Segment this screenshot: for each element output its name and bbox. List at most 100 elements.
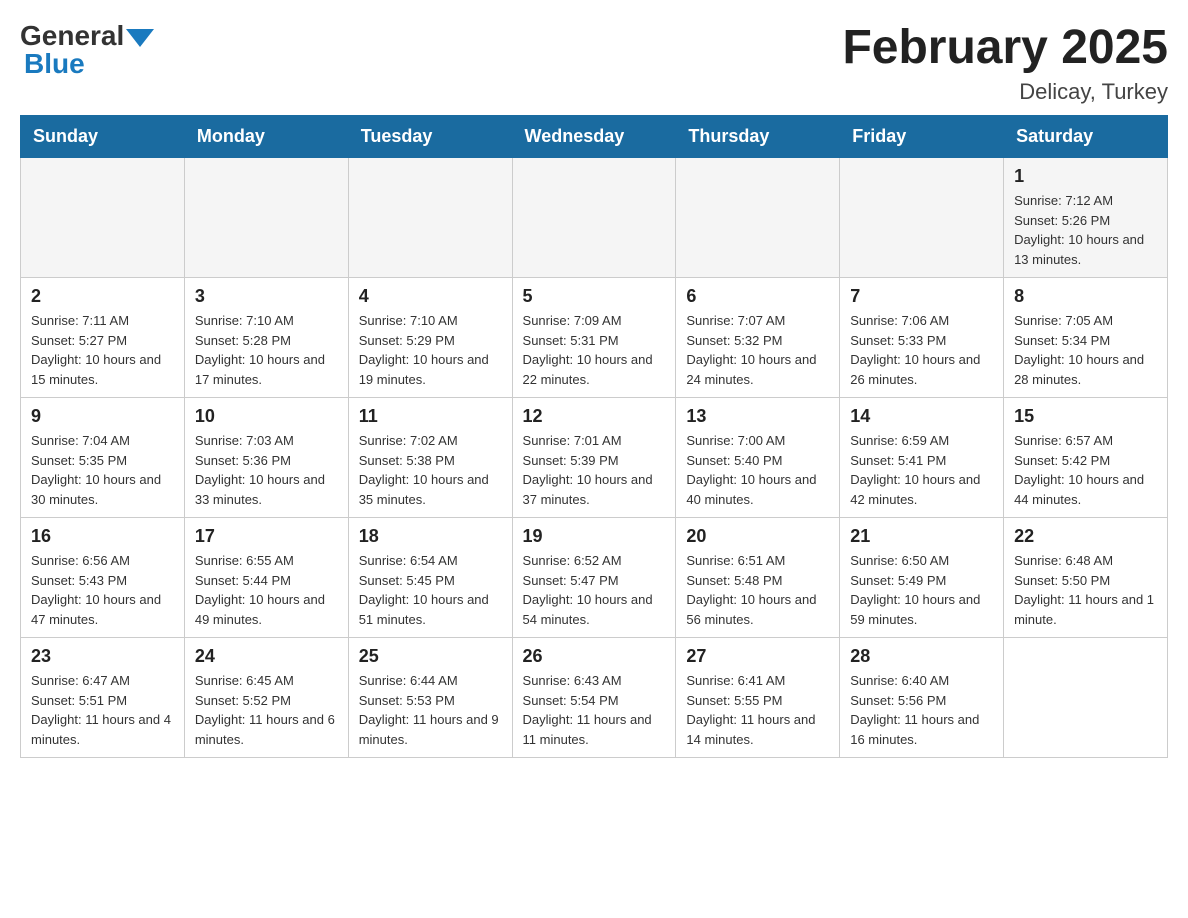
calendar-day-cell: 9 Sunrise: 7:04 AM Sunset: 5:35 PM Daylig… bbox=[21, 398, 185, 518]
day-number: 9 bbox=[31, 406, 174, 427]
calendar-day-cell bbox=[1004, 638, 1168, 758]
day-info: Sunrise: 6:48 AM Sunset: 5:50 PM Dayligh… bbox=[1014, 551, 1157, 629]
calendar-day-cell: 4 Sunrise: 7:10 AM Sunset: 5:29 PM Daylig… bbox=[348, 278, 512, 398]
day-number: 13 bbox=[686, 406, 829, 427]
day-of-week-header: Thursday bbox=[676, 116, 840, 158]
day-of-week-header: Sunday bbox=[21, 116, 185, 158]
calendar-day-cell bbox=[512, 158, 676, 278]
day-of-week-header: Tuesday bbox=[348, 116, 512, 158]
calendar-day-cell bbox=[676, 158, 840, 278]
day-number: 5 bbox=[523, 286, 666, 307]
calendar-day-cell: 24 Sunrise: 6:45 AM Sunset: 5:52 PM Dayli… bbox=[184, 638, 348, 758]
day-info: Sunrise: 6:54 AM Sunset: 5:45 PM Dayligh… bbox=[359, 551, 502, 629]
calendar-day-cell: 25 Sunrise: 6:44 AM Sunset: 5:53 PM Dayli… bbox=[348, 638, 512, 758]
day-info: Sunrise: 6:44 AM Sunset: 5:53 PM Dayligh… bbox=[359, 671, 502, 749]
calendar-day-cell: 8 Sunrise: 7:05 AM Sunset: 5:34 PM Daylig… bbox=[1004, 278, 1168, 398]
day-info: Sunrise: 7:10 AM Sunset: 5:28 PM Dayligh… bbox=[195, 311, 338, 389]
day-number: 4 bbox=[359, 286, 502, 307]
calendar-day-cell: 5 Sunrise: 7:09 AM Sunset: 5:31 PM Daylig… bbox=[512, 278, 676, 398]
day-number: 14 bbox=[850, 406, 993, 427]
calendar-day-cell: 15 Sunrise: 6:57 AM Sunset: 5:42 PM Dayli… bbox=[1004, 398, 1168, 518]
calendar-day-cell: 18 Sunrise: 6:54 AM Sunset: 5:45 PM Dayli… bbox=[348, 518, 512, 638]
day-info: Sunrise: 7:10 AM Sunset: 5:29 PM Dayligh… bbox=[359, 311, 502, 389]
day-number: 15 bbox=[1014, 406, 1157, 427]
day-info: Sunrise: 7:12 AM Sunset: 5:26 PM Dayligh… bbox=[1014, 191, 1157, 269]
day-number: 27 bbox=[686, 646, 829, 667]
logo-icon bbox=[124, 25, 154, 47]
calendar-day-cell: 3 Sunrise: 7:10 AM Sunset: 5:28 PM Daylig… bbox=[184, 278, 348, 398]
day-number: 2 bbox=[31, 286, 174, 307]
calendar-day-cell bbox=[840, 158, 1004, 278]
day-info: Sunrise: 6:50 AM Sunset: 5:49 PM Dayligh… bbox=[850, 551, 993, 629]
day-info: Sunrise: 6:41 AM Sunset: 5:55 PM Dayligh… bbox=[686, 671, 829, 749]
day-number: 24 bbox=[195, 646, 338, 667]
calendar-day-cell: 7Sunrise: 7:06 AM Sunset: 5:33 PM Daylig… bbox=[840, 278, 1004, 398]
calendar-week-row: 16 Sunrise: 6:56 AM Sunset: 5:43 PM Dayli… bbox=[21, 518, 1168, 638]
day-number: 1 bbox=[1014, 166, 1157, 187]
calendar-header: SundayMondayTuesdayWednesdayThursdayFrid… bbox=[21, 116, 1168, 158]
day-number: 26 bbox=[523, 646, 666, 667]
calendar-day-cell bbox=[21, 158, 185, 278]
day-number: 11 bbox=[359, 406, 502, 427]
day-info: Sunrise: 6:59 AM Sunset: 5:41 PM Dayligh… bbox=[850, 431, 993, 509]
calendar-day-cell: 21Sunrise: 6:50 AM Sunset: 5:49 PM Dayli… bbox=[840, 518, 1004, 638]
calendar-day-cell: 17 Sunrise: 6:55 AM Sunset: 5:44 PM Dayli… bbox=[184, 518, 348, 638]
day-number: 7 bbox=[850, 286, 993, 307]
day-info: Sunrise: 6:45 AM Sunset: 5:52 PM Dayligh… bbox=[195, 671, 338, 749]
calendar-subtitle: Delicay, Turkey bbox=[842, 79, 1168, 105]
day-number: 3 bbox=[195, 286, 338, 307]
day-info: Sunrise: 7:02 AM Sunset: 5:38 PM Dayligh… bbox=[359, 431, 502, 509]
calendar-day-cell: 13 Sunrise: 7:00 AM Sunset: 5:40 PM Dayli… bbox=[676, 398, 840, 518]
calendar-day-cell: 16 Sunrise: 6:56 AM Sunset: 5:43 PM Dayli… bbox=[21, 518, 185, 638]
day-info: Sunrise: 7:00 AM Sunset: 5:40 PM Dayligh… bbox=[686, 431, 829, 509]
calendar-day-cell: 27 Sunrise: 6:41 AM Sunset: 5:55 PM Dayli… bbox=[676, 638, 840, 758]
day-info: Sunrise: 6:47 AM Sunset: 5:51 PM Dayligh… bbox=[31, 671, 174, 749]
calendar-title: February 2025 bbox=[842, 20, 1168, 75]
day-of-week-header: Wednesday bbox=[512, 116, 676, 158]
day-number: 19 bbox=[523, 526, 666, 547]
day-info: Sunrise: 6:56 AM Sunset: 5:43 PM Dayligh… bbox=[31, 551, 174, 629]
day-info: Sunrise: 7:04 AM Sunset: 5:35 PM Dayligh… bbox=[31, 431, 174, 509]
calendar-day-cell: 28Sunrise: 6:40 AM Sunset: 5:56 PM Dayli… bbox=[840, 638, 1004, 758]
day-info: Sunrise: 6:57 AM Sunset: 5:42 PM Dayligh… bbox=[1014, 431, 1157, 509]
day-number: 8 bbox=[1014, 286, 1157, 307]
calendar-week-row: 23Sunrise: 6:47 AM Sunset: 5:51 PM Dayli… bbox=[21, 638, 1168, 758]
day-info: Sunrise: 7:07 AM Sunset: 5:32 PM Dayligh… bbox=[686, 311, 829, 389]
calendar-day-cell: 19 Sunrise: 6:52 AM Sunset: 5:47 PM Dayli… bbox=[512, 518, 676, 638]
day-of-week-header: Monday bbox=[184, 116, 348, 158]
day-number: 16 bbox=[31, 526, 174, 547]
day-info: Sunrise: 7:05 AM Sunset: 5:34 PM Dayligh… bbox=[1014, 311, 1157, 389]
calendar-week-row: 9 Sunrise: 7:04 AM Sunset: 5:35 PM Daylig… bbox=[21, 398, 1168, 518]
calendar-day-cell: 12Sunrise: 7:01 AM Sunset: 5:39 PM Dayli… bbox=[512, 398, 676, 518]
calendar-day-cell bbox=[184, 158, 348, 278]
day-of-week-header: Friday bbox=[840, 116, 1004, 158]
calendar-day-cell: 11 Sunrise: 7:02 AM Sunset: 5:38 PM Dayli… bbox=[348, 398, 512, 518]
calendar-day-cell: 1 Sunrise: 7:12 AM Sunset: 5:26 PM Daylig… bbox=[1004, 158, 1168, 278]
title-section: February 2025 Delicay, Turkey bbox=[842, 20, 1168, 105]
day-number: 17 bbox=[195, 526, 338, 547]
calendar-day-cell: 22 Sunrise: 6:48 AM Sunset: 5:50 PM Dayli… bbox=[1004, 518, 1168, 638]
day-info: Sunrise: 7:03 AM Sunset: 5:36 PM Dayligh… bbox=[195, 431, 338, 509]
calendar-day-cell: 2 Sunrise: 7:11 AM Sunset: 5:27 PM Daylig… bbox=[21, 278, 185, 398]
day-number: 12 bbox=[523, 406, 666, 427]
calendar-body: 1 Sunrise: 7:12 AM Sunset: 5:26 PM Daylig… bbox=[21, 158, 1168, 758]
day-info: Sunrise: 6:43 AM Sunset: 5:54 PM Dayligh… bbox=[523, 671, 666, 749]
day-info: Sunrise: 7:11 AM Sunset: 5:27 PM Dayligh… bbox=[31, 311, 174, 389]
day-info: Sunrise: 7:09 AM Sunset: 5:31 PM Dayligh… bbox=[523, 311, 666, 389]
day-number: 22 bbox=[1014, 526, 1157, 547]
day-info: Sunrise: 6:55 AM Sunset: 5:44 PM Dayligh… bbox=[195, 551, 338, 629]
header-row: SundayMondayTuesdayWednesdayThursdayFrid… bbox=[21, 116, 1168, 158]
day-of-week-header: Saturday bbox=[1004, 116, 1168, 158]
calendar-day-cell: 10Sunrise: 7:03 AM Sunset: 5:36 PM Dayli… bbox=[184, 398, 348, 518]
day-number: 18 bbox=[359, 526, 502, 547]
day-number: 20 bbox=[686, 526, 829, 547]
day-info: Sunrise: 6:52 AM Sunset: 5:47 PM Dayligh… bbox=[523, 551, 666, 629]
calendar-day-cell bbox=[348, 158, 512, 278]
calendar-day-cell: 23Sunrise: 6:47 AM Sunset: 5:51 PM Dayli… bbox=[21, 638, 185, 758]
day-number: 28 bbox=[850, 646, 993, 667]
logo: General Blue bbox=[20, 20, 154, 80]
day-number: 25 bbox=[359, 646, 502, 667]
page-header: General Blue February 2025 Delicay, Turk… bbox=[20, 20, 1168, 105]
calendar-day-cell: 14 Sunrise: 6:59 AM Sunset: 5:41 PM Dayli… bbox=[840, 398, 1004, 518]
calendar-table: SundayMondayTuesdayWednesdayThursdayFrid… bbox=[20, 115, 1168, 758]
